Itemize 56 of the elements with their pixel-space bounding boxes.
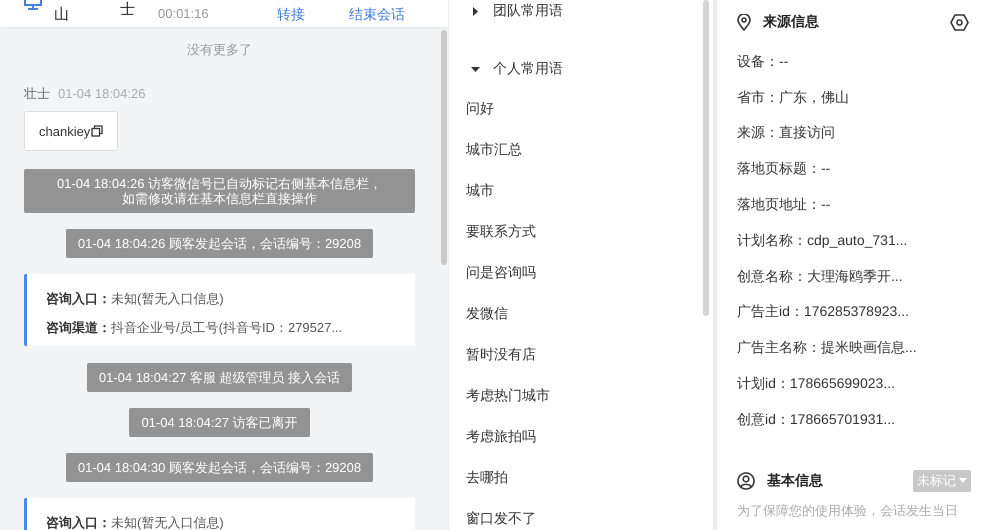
scrollbar[interactable] (441, 30, 447, 265)
entry-label: 咨询入口： (46, 290, 111, 308)
user-circle-icon (737, 472, 755, 490)
system-message-line: 01-04 18:04:26 访客微信号已自动标记右侧基本信息栏， (56, 176, 384, 191)
phrase-item[interactable]: 要联系方式 (466, 211, 713, 252)
sender-name: 壮士 (24, 85, 50, 103)
phrase-item[interactable]: 发微信 (466, 293, 713, 335)
entry-value: 未知(暂无入口信息) (111, 290, 224, 308)
info-field: 省市：广东，佛山 (737, 80, 971, 116)
info-field: 创意名称：大理海鸥季开... (737, 258, 971, 295)
notice-text: 为了保障您的使用体验，会话发生当日 (737, 502, 959, 520)
entry-value: 未知(暂无入口信息) (111, 514, 224, 530)
phrase-group[interactable]: 团队常用语 (466, 0, 713, 30)
phrase-item[interactable]: 暂时没有店 (466, 334, 713, 376)
phrase-item[interactable]: 考虑热门城市 (466, 376, 713, 417)
info-field: 设备：-- (737, 44, 971, 80)
section-title: 来源信息 (763, 13, 819, 31)
info-field: 落地页地址：-- (737, 187, 971, 223)
copy-icon[interactable] (91, 125, 104, 137)
system-message: 01-04 18:04:27 访客已离开 (129, 408, 310, 437)
system-message-line: 如需修改请在基本信息栏直接操作 (121, 191, 318, 206)
entry-label: 咨询入口： (46, 514, 111, 530)
visitor-name: 士 (120, 0, 135, 19)
no-more-text: 没有更多了 (186, 41, 253, 59)
phrase-item[interactable]: 考虑旅拍吗 (466, 416, 713, 458)
session-timer: 00:01:16 (158, 6, 209, 21)
phrase-item[interactable]: 城市汇总 (466, 129, 713, 170)
caret-icon (959, 478, 967, 484)
monitor-icon (23, 0, 43, 10)
info-field: 计划id：178665699023... (737, 366, 971, 402)
message-time: 01-04 18:04:26 (58, 86, 146, 101)
phrase-item[interactable]: 问好 (466, 88, 713, 130)
phrase-item[interactable]: 窗口发不了 (466, 498, 713, 530)
phrase-item[interactable]: 问是咨询吗 (466, 252, 713, 294)
settings-icon[interactable] (950, 14, 969, 30)
info-field: 广告主id：176285378923... (737, 294, 971, 330)
info-field: 广告主名称：提米映画信息... (737, 330, 971, 366)
info-field: 落地页标题：-- (737, 151, 971, 188)
info-field: 来源：直接访问 (737, 116, 971, 152)
info-field: 计划名称：cdp_auto_731... (737, 222, 971, 259)
phrase-item[interactable]: 城市 (466, 170, 713, 212)
phrase-item[interactable]: 去哪拍 (466, 458, 713, 499)
header-link[interactable]: 结束会话 (349, 6, 405, 24)
section-title: 基本信息 (767, 472, 823, 490)
system-message: 01-04 18:04:27 客服 超级管理员 接入会话 (86, 363, 352, 392)
visitor-name: 山 (54, 5, 69, 24)
system-message: 01-04 18:04:30 顾客发起会话，会话编号：29208 (66, 453, 374, 482)
message-text: chankiey (39, 124, 90, 138)
system-message: 01-04 18:04:26 顾客发起会话，会话编号：29208 (66, 229, 374, 258)
entry-label: 咨询渠道： (46, 318, 111, 336)
header-link[interactable]: 转接 (277, 6, 305, 24)
info-field: 创意id：178665701931... (737, 402, 971, 438)
entry-value: 抖音企业号/员工号(抖音号ID：279527... (111, 318, 342, 336)
location-pin-icon (737, 14, 751, 30)
scrollbar[interactable] (703, 0, 709, 316)
phrase-group[interactable]: 个人常用语 (466, 50, 713, 88)
